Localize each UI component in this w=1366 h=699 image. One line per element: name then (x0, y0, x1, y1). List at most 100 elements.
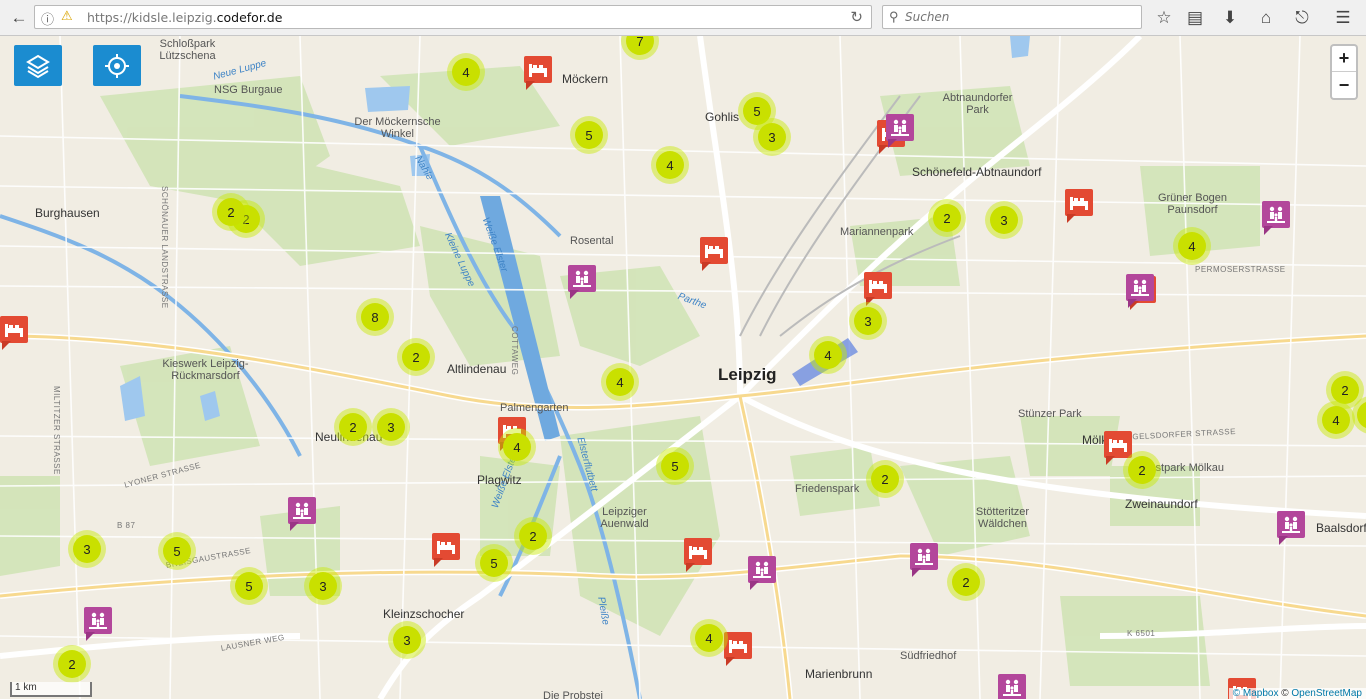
cluster-count: 8 (361, 303, 389, 331)
map-label-street: MILTITZER STRASSE (52, 386, 61, 475)
family-icon (748, 556, 776, 583)
cluster-count: 2 (217, 198, 245, 226)
playground-marker[interactable] (1126, 274, 1154, 308)
map-label-dist: Schönefeld-Abtnaundorf (912, 165, 1042, 179)
cluster-marker[interactable]: 2 (947, 563, 985, 601)
map-label-normal: Stötteritzer Wäldchen (975, 506, 1030, 530)
cluster-marker[interactable]: 2 (866, 460, 904, 498)
bed-icon (524, 56, 552, 83)
map-label-dist: Marienbrunn (805, 667, 873, 681)
info-icon[interactable]: ⓘ (41, 9, 54, 28)
search-bar[interactable]: ⚲ (882, 5, 1142, 29)
playground-marker[interactable] (748, 556, 776, 590)
cluster-marker[interactable]: 2 (53, 645, 91, 683)
cluster-count: 2 (933, 204, 961, 232)
kita-marker[interactable] (700, 237, 728, 271)
locate-button[interactable] (93, 45, 141, 86)
map-label-normal: Rosental (570, 235, 614, 247)
marker-pointer (434, 558, 443, 567)
cluster-marker[interactable]: 3 (68, 530, 106, 568)
url-bar[interactable]: ⓘ ⚠ https://kidsle.leipzig.codefor.de ↻ (34, 5, 872, 29)
kita-marker[interactable] (864, 272, 892, 306)
cluster-marker[interactable]: 3 (985, 201, 1023, 239)
playground-marker[interactable] (568, 265, 596, 299)
map-label-street: B 87 (117, 521, 136, 530)
back-icon[interactable]: ← (6, 5, 32, 31)
cluster-count: 4 (814, 341, 842, 369)
cluster-marker[interactable]: 4 (809, 336, 847, 374)
kita-marker[interactable] (1065, 189, 1093, 223)
bookmark-star-icon[interactable]: ☆ (1151, 5, 1177, 31)
cluster-marker[interactable]: 4 (498, 428, 536, 466)
download-icon[interactable]: ⬇ (1217, 5, 1243, 31)
playground-marker[interactable] (1262, 201, 1290, 235)
map-label-normal: Leipziger Auenwald (600, 506, 649, 530)
pocket-icon[interactable]: ⎋ (1289, 5, 1315, 31)
cluster-marker[interactable]: 4 (690, 619, 728, 657)
cluster-count: 3 (309, 572, 337, 600)
cluster-marker[interactable]: 3 (388, 621, 426, 659)
marker-pointer (1128, 299, 1137, 308)
cluster-count: 4 (503, 433, 531, 461)
cluster-marker[interactable]: 2 (514, 517, 552, 555)
cluster-marker[interactable]: 4 (1317, 401, 1355, 439)
cluster-marker[interactable]: 3 (849, 302, 887, 340)
cluster-count: 2 (58, 650, 86, 678)
cluster-marker[interactable]: 2 (928, 199, 966, 237)
cluster-marker[interactable]: 5 (158, 532, 196, 570)
kita-marker[interactable] (724, 632, 752, 666)
map-label-normal: Grüner Bogen Paunsdorf (1157, 192, 1228, 216)
map-label-normal: Kieswerk Leipzig-Rückmarsdorf (162, 358, 249, 382)
cluster-marker[interactable]: 5 (230, 567, 268, 605)
map-label-dist: Baalsdorf (1316, 521, 1366, 535)
reload-icon[interactable]: ↻ (850, 8, 863, 26)
cluster-marker[interactable]: 4 (1173, 227, 1211, 265)
attribution: © Mapbox © OpenStreetMap (1228, 688, 1366, 699)
home-icon[interactable]: ⌂ (1253, 5, 1279, 31)
cluster-marker[interactable]: 4 (651, 146, 689, 184)
cluster-marker[interactable]: 2 (1123, 451, 1161, 489)
map-label-dist: Altlindenau (447, 362, 507, 376)
cluster-count: 2 (402, 343, 430, 371)
osm-link[interactable]: OpenStreetMap (1291, 688, 1362, 699)
marker-pointer (2, 341, 11, 350)
cluster-marker[interactable]: 5 (475, 544, 513, 582)
cluster-marker[interactable]: 2 (334, 408, 372, 446)
cluster-marker[interactable]: 3 (304, 567, 342, 605)
playground-marker[interactable] (84, 607, 112, 641)
cluster-count: 5 (480, 549, 508, 577)
kita-marker[interactable] (432, 533, 460, 567)
map-label-normal: Palmengarten (500, 402, 569, 414)
playground-marker[interactable] (910, 543, 938, 577)
cluster-marker[interactable]: 3 (753, 118, 791, 156)
kita-marker[interactable] (0, 316, 28, 350)
menu-icon[interactable]: ☰ (1330, 5, 1356, 31)
cluster-marker[interactable]: 2 (212, 193, 250, 231)
playground-marker[interactable] (288, 497, 316, 531)
cluster-marker[interactable]: 5 (570, 116, 608, 154)
playground-marker[interactable] (998, 674, 1026, 699)
cluster-marker[interactable]: 8 (356, 298, 394, 336)
mapbox-link[interactable]: © Mapbox (1233, 688, 1279, 699)
map-label-city: Leipzig (718, 365, 777, 384)
family-icon (910, 543, 938, 570)
playground-marker[interactable] (886, 114, 914, 148)
kita-marker[interactable] (684, 538, 712, 572)
zoom-out-button[interactable]: − (1332, 72, 1356, 98)
kita-marker[interactable] (524, 56, 552, 90)
cluster-marker[interactable]: 4 (601, 363, 639, 401)
cluster-marker[interactable]: 5 (656, 447, 694, 485)
layers-button[interactable] (14, 45, 62, 86)
cluster-marker[interactable]: 2 (397, 338, 435, 376)
cluster-count: 4 (606, 368, 634, 396)
search-input[interactable] (905, 8, 1135, 26)
cluster-marker[interactable]: 3 (372, 408, 410, 446)
attribution-separator: © (1278, 688, 1292, 699)
cluster-count: 5 (163, 537, 191, 565)
map-canvas[interactable]: Leipzig Burghausen Möckern Gohlis Abtnaundor… (0, 36, 1366, 699)
playground-marker[interactable] (1277, 511, 1305, 545)
reading-list-icon[interactable]: ▤ (1182, 5, 1208, 31)
cluster-marker[interactable]: 4 (447, 53, 485, 91)
zoom-in-button[interactable]: + (1332, 46, 1356, 72)
warning-icon: ⚠ (61, 8, 73, 23)
